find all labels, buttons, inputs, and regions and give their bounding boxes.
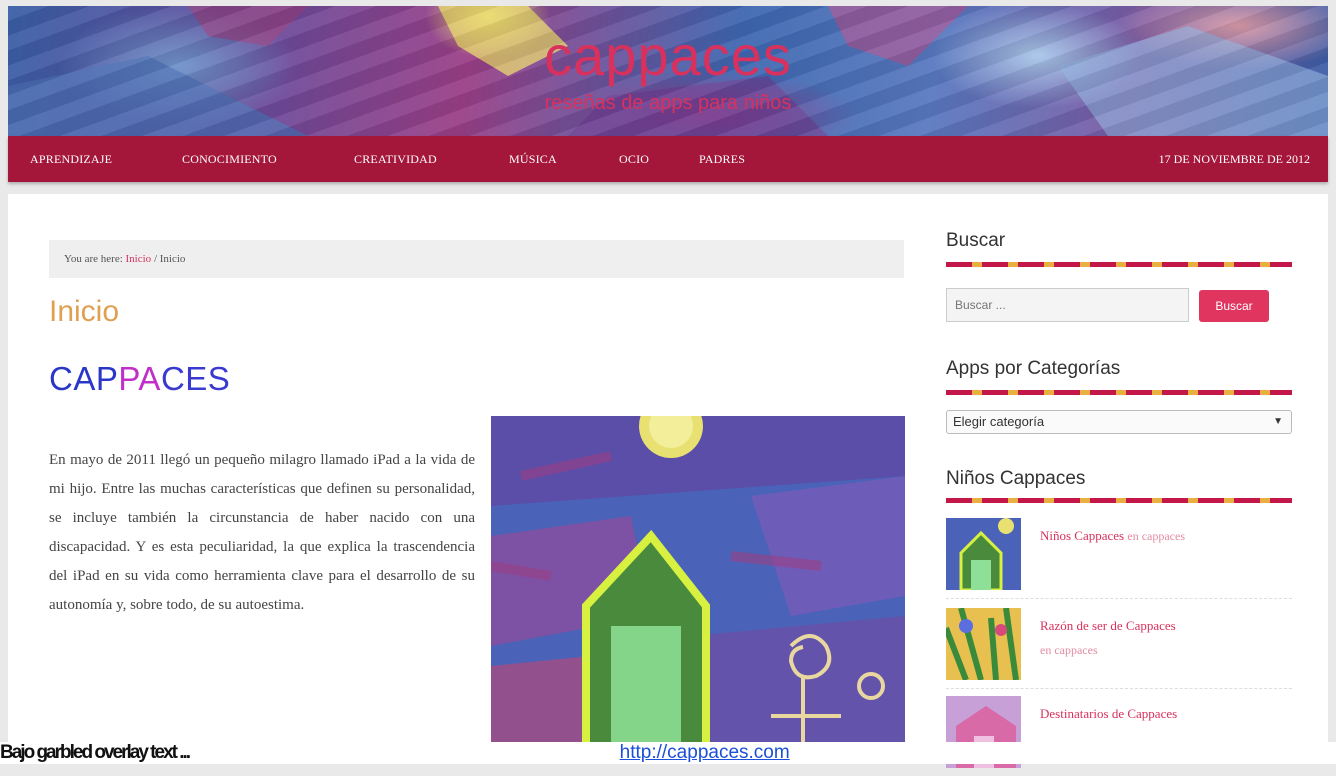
- bottom-overlay-text: Bajo garbled overlay text ... http://cap…: [0, 742, 1336, 764]
- garbled-text: Bajo garbled overlay text ...: [0, 742, 191, 763]
- search-widget-title: Buscar: [946, 230, 1006, 251]
- ninos-widget-title: Niños Cappaces: [946, 468, 1086, 489]
- post-painting-image[interactable]: [491, 416, 905, 764]
- sidebar-post-title[interactable]: Niños Cappaces: [1040, 528, 1124, 543]
- search-input[interactable]: [946, 288, 1189, 322]
- nav-item-aprendizaje[interactable]: Aprendizaje: [30, 152, 112, 167]
- breadcrumb-prefix: You are here:: [64, 253, 126, 265]
- sidebar-post-title[interactable]: Razón de ser de Cappaces: [1040, 614, 1290, 638]
- search-button[interactable]: Buscar: [1199, 290, 1269, 322]
- breadcrumb-current: Inicio: [159, 253, 186, 265]
- sidebar-post: Destinatarios de Cappaces: [946, 696, 1292, 776]
- nav-item-musica[interactable]: Música: [509, 152, 557, 167]
- category-select[interactable]: Elegir categoría ▼: [946, 410, 1292, 434]
- sidebar-post-meta: en cappaces: [1127, 529, 1186, 543]
- site-header: cappaces reseñas de apps para niños: [8, 6, 1328, 136]
- category-select-value: Elegir categoría: [953, 414, 1045, 429]
- post-title: CAPPACES: [49, 360, 230, 398]
- site-title[interactable]: cappaces: [8, 26, 1328, 86]
- sidebar-post-title[interactable]: Destinatarios de Cappaces: [1040, 702, 1290, 726]
- breadcrumb-separator: /: [151, 253, 160, 265]
- categories-widget-title: Apps por Categorías: [946, 358, 1121, 379]
- categories-title-divider: [946, 390, 1292, 395]
- chevron-down-icon: ▼: [1273, 416, 1283, 427]
- breadcrumb-home-link[interactable]: Inicio: [126, 253, 152, 265]
- sidebar-post-meta: en cappaces: [1040, 643, 1098, 657]
- thumbnail-svg: [946, 608, 1021, 680]
- breadcrumb: You are here: Inicio / Inicio: [49, 240, 904, 278]
- sidebar-post-link[interactable]: Niños Cappaces en cappaces: [1040, 524, 1290, 548]
- sidebar-post-link[interactable]: Razón de ser de Cappaces en cappaces: [1040, 614, 1290, 662]
- thumbnail-svg: [946, 518, 1021, 590]
- nav-date: 17 de noviembre de 2012: [1158, 152, 1310, 166]
- painting-svg: [491, 416, 905, 764]
- post-thumbnail[interactable]: [946, 518, 1021, 590]
- post-title-part3: CES: [160, 360, 231, 397]
- post-paragraph: En mayo de 2011 llegó un pequeño milagro…: [49, 452, 475, 613]
- sidebar-post: Niños Cappaces en cappaces: [946, 518, 1292, 599]
- page-title: Inicio: [49, 295, 120, 328]
- main-nav: Aprendizaje Conocimiento Creatividad Mús…: [8, 136, 1328, 182]
- sidebar-post: Razón de ser de Cappaces en cappaces: [946, 608, 1292, 689]
- post-title-part1: CAP: [49, 360, 119, 397]
- nav-item-conocimiento[interactable]: Conocimiento: [182, 152, 277, 167]
- post-title-part2: PA: [118, 360, 161, 397]
- post-thumbnail[interactable]: [946, 608, 1021, 680]
- sidebar-post-link[interactable]: Destinatarios de Cappaces: [1040, 702, 1290, 726]
- ninos-title-divider: [946, 498, 1292, 503]
- nav-item-creatividad[interactable]: Creatividad: [354, 152, 437, 167]
- site-tagline: reseñas de apps para niños: [544, 92, 792, 114]
- cappaces-url-link[interactable]: http://cappaces.com: [620, 742, 790, 763]
- nav-item-ocio[interactable]: Ocio: [619, 152, 649, 167]
- nav-item-padres[interactable]: Padres: [699, 152, 745, 167]
- search-title-divider: [946, 262, 1292, 267]
- content-panel: You are here: Inicio / Inicio Inicio CAP…: [8, 194, 1328, 768]
